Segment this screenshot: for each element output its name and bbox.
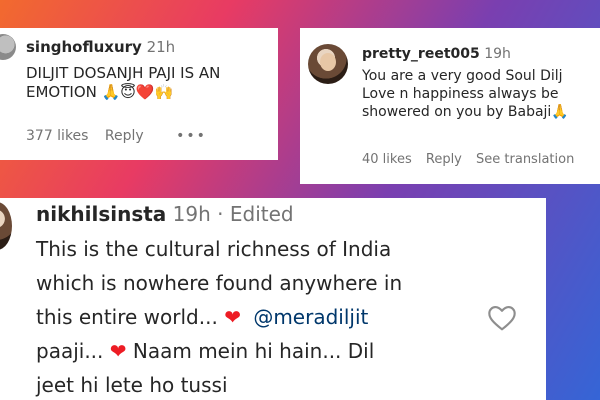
- comment-card-2: pretty_reet005 19h You are a very good S…: [300, 28, 600, 184]
- heart-outline-icon[interactable]: [486, 302, 518, 334]
- comment-card-1: singhofluxury 21h DILJIT DOSANJH PAJI IS…: [0, 28, 278, 160]
- reply-button[interactable]: Reply: [426, 152, 462, 167]
- heart-emoji: ❤: [224, 305, 241, 329]
- comment-card-3: nikhilsinsta 19h · Edited This is the cu…: [0, 198, 546, 400]
- avatar[interactable]: [0, 34, 16, 60]
- comment-username[interactable]: nikhilsinsta: [36, 202, 166, 226]
- comment-text: showered on you by Babaji🙏: [362, 103, 569, 120]
- comment-timestamp: 21h: [146, 38, 176, 56]
- comment-timestamp: 19h: [484, 46, 511, 62]
- comment-text: paaji...: [36, 339, 104, 363]
- comment-text: jeet hi lete ho tussi: [36, 373, 228, 397]
- comment-username[interactable]: pretty_reet005: [362, 46, 480, 62]
- comment-text: this entire world...: [36, 305, 218, 329]
- comment-text: You are a very good Soul Dilj: [362, 68, 563, 84]
- comment-text: This is the cultural richness of India: [36, 237, 392, 261]
- avatar[interactable]: [308, 44, 348, 84]
- likes-count[interactable]: 40 likes: [362, 152, 412, 167]
- mention-link[interactable]: @meradiljit: [253, 305, 368, 329]
- comment-timestamp: 19h · Edited: [172, 202, 294, 226]
- likes-count[interactable]: 377 likes: [26, 128, 88, 144]
- comment-username[interactable]: singhofluxury: [26, 38, 142, 56]
- see-translation-link[interactable]: See translation: [476, 152, 574, 167]
- comment-text: EMOTION 🙏😇❤️🙌: [26, 83, 174, 102]
- comment-text: DILJIT DOSANJH PAJI IS AN: [26, 64, 221, 82]
- comment-text-line: paaji... ❤ Naam mein hi hain... Dil: [36, 334, 402, 368]
- more-options-icon[interactable]: •••: [176, 128, 207, 144]
- comment-text: Naam mein hi hain... Dil: [132, 339, 375, 363]
- comment-text-line: this entire world... ❤ @meradiljit: [36, 300, 402, 334]
- avatar[interactable]: [0, 202, 12, 250]
- comment-text: Love n happiness always be: [362, 85, 559, 102]
- reply-button[interactable]: Reply: [105, 128, 144, 144]
- heart-emoji: ❤: [109, 339, 127, 363]
- comment-text: which is nowhere found anywhere in: [36, 271, 403, 295]
